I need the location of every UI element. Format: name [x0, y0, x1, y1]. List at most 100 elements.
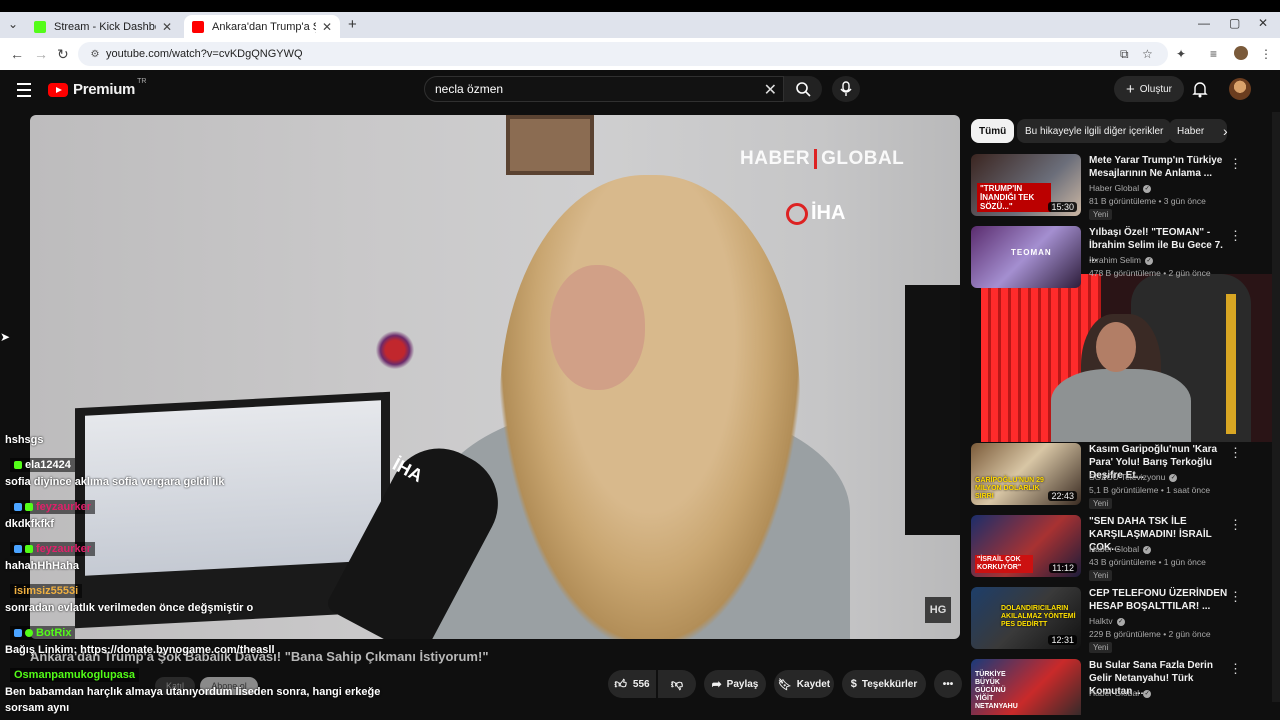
watermark-right: GLOBAL: [821, 148, 905, 169]
streamer-sweater: [1051, 369, 1191, 442]
forward-icon[interactable]: →: [34, 46, 48, 62]
card-menu-icon[interactable]: ⋮: [1229, 156, 1242, 172]
media-control-icon[interactable]: ≡: [1210, 47, 1217, 61]
bell-icon: [1192, 82, 1208, 98]
recommendation-card[interactable]: DOLANDIRICILARIN AKILALMAZ YÖNTEMİ PES D…: [971, 587, 1271, 653]
mod-badge-icon: [14, 629, 22, 637]
recommendation-card[interactable]: "İSRAİL ÇOK KORKUYOR" 11:12 "SEN DAHA TS…: [971, 515, 1271, 581]
new-badge: Yeni: [1089, 570, 1113, 581]
chat-username: Osmanpamukoglupasa: [10, 668, 140, 682]
tab-search-icon[interactable]: ⌄: [8, 17, 18, 31]
menu-icon[interactable]: [17, 83, 31, 101]
new-tab-icon[interactable]: +: [348, 16, 357, 33]
video-thumbnail[interactable]: GARİPOĞLU'NUN 29 MİLYON DOLARLIK SIRRI 2…: [971, 443, 1081, 505]
thanks-button[interactable]: $ Teşekkürler: [842, 670, 926, 698]
recommendation-card[interactable]: "TRUMP'IN İNANDIĞI TEK SÖZÜ..." 15:30 Me…: [971, 154, 1271, 220]
channel-name: Haber Global ✓: [1089, 688, 1152, 698]
youtube-logo[interactable]: Premium TR: [48, 78, 147, 98]
reload-icon[interactable]: ↻: [57, 46, 69, 63]
chips-next-icon[interactable]: ›: [1215, 119, 1236, 143]
like-button[interactable]: 👍︎ 556: [608, 670, 656, 698]
save-button[interactable]: 🔖︎ Kaydet: [774, 670, 834, 698]
close-window-icon[interactable]: ✕: [1258, 16, 1268, 30]
notifications-button[interactable]: [1192, 80, 1208, 103]
install-app-icon[interactable]: ⧉: [1120, 47, 1129, 62]
site-info-icon[interactable]: ⚙: [84, 49, 106, 60]
card-menu-icon[interactable]: ⋮: [1229, 661, 1242, 677]
streamer-webcam: [981, 274, 1280, 442]
card-menu-icon[interactable]: ⋮: [1229, 445, 1242, 461]
extensions-icon[interactable]: ✦: [1176, 47, 1186, 61]
thumbnail-text: TEOMAN: [1011, 248, 1052, 257]
dislike-button[interactable]: 👎︎: [658, 670, 696, 698]
verified-icon: ✓: [1116, 617, 1125, 626]
bot-badge-icon: [25, 629, 33, 637]
search-input[interactable]: necla özmen ✕: [424, 76, 784, 102]
maximize-icon[interactable]: ▢: [1229, 16, 1240, 30]
mod-badge-icon: [14, 503, 22, 511]
video-thumbnail[interactable]: "İSRAİL ÇOK KORKUYOR" 11:12: [971, 515, 1081, 577]
channel-name: Halktv ✓: [1089, 616, 1125, 626]
woman-hair: [500, 175, 800, 639]
video-thumbnail[interactable]: TÜRKİYE BÜYÜK GÜCÜNÜ YİĞİT NETANYAHU: [971, 659, 1081, 715]
chip-all[interactable]: Tümü: [971, 119, 1015, 143]
thumbnail-text: TÜRKİYE BÜYÜK GÜCÜNÜ YİĞİT NETANYAHU: [975, 671, 1018, 710]
video-thumbnail[interactable]: "TRUMP'IN İNANDIĞI TEK SÖZÜ..." 15:30: [971, 154, 1081, 216]
profile-avatar-icon[interactable]: [1234, 46, 1248, 60]
more-icon: •••: [942, 678, 954, 690]
tab-kick-dashboard[interactable]: Stream - Kick Dashboard ✕: [26, 15, 180, 38]
more-actions-button[interactable]: •••: [934, 670, 962, 698]
share-button[interactable]: ➦ Paylaş: [704, 670, 766, 698]
mouse-cursor-icon: ➤: [0, 330, 11, 344]
recommendation-card[interactable]: TEOMAN Yılbaşı Özel! "TEOMAN" - İbrahim …: [971, 226, 1271, 292]
channel-name: İbrahim Selim ✓: [1089, 255, 1153, 265]
save-label: Kaydet: [796, 678, 831, 690]
chat-username: BotRix: [10, 626, 76, 640]
duration: 15:30: [1048, 202, 1077, 212]
tab-youtube-video[interactable]: Ankara'dan Trump'a Şok Babal ✕: [184, 15, 340, 38]
chrome-menu-icon[interactable]: ⋮: [1260, 47, 1272, 61]
bookmark-star-icon[interactable]: ☆: [1142, 47, 1153, 61]
chat-message: sorsam aynı: [5, 702, 70, 714]
channel-name: Haber Global ✓: [1089, 544, 1152, 554]
card-menu-icon[interactable]: ⋮: [1229, 517, 1242, 533]
chat-message: hshsgs: [5, 434, 44, 446]
video-meta: 81 B görüntüleme • 3 gün önce: [1089, 196, 1206, 206]
account-avatar[interactable]: [1229, 78, 1251, 100]
super-thanks-icon: $: [850, 678, 857, 690]
card-menu-icon[interactable]: ⋮: [1229, 228, 1242, 244]
agency-label: İHA: [811, 202, 846, 224]
kick-favicon-icon: [34, 20, 46, 33]
verified-icon: ✓: [1144, 256, 1153, 265]
logo-region: TR: [137, 78, 147, 85]
url-text: youtube.com/watch?v=cvKDgQNGYWQ: [106, 48, 303, 60]
back-icon[interactable]: ←: [10, 46, 24, 62]
video-meta: 229 B görüntüleme • 2 gün önce: [1089, 629, 1211, 639]
close-tab-icon[interactable]: ✕: [322, 20, 332, 34]
flower-vase: [370, 330, 420, 370]
chair-stripe: [1226, 294, 1236, 434]
share-icon: ➦: [711, 677, 722, 691]
iha-ring-icon: [786, 202, 808, 225]
close-tab-icon[interactable]: ✕: [162, 20, 172, 34]
recommendation-card[interactable]: GARİPOĞLU'NUN 29 MİLYON DOLARLIK SIRRI 2…: [971, 443, 1271, 509]
card-menu-icon[interactable]: ⋮: [1229, 589, 1242, 605]
search-button[interactable]: [784, 76, 822, 102]
create-button[interactable]: + Oluştur: [1114, 76, 1184, 102]
video-meta: 5,1 B görüntüleme • 1 saat önce: [1089, 485, 1211, 495]
page-scrollbar[interactable]: [1272, 112, 1280, 702]
voice-search-button[interactable]: [832, 76, 860, 102]
duration: 11:12: [1049, 563, 1077, 573]
minimize-icon[interactable]: —: [1198, 16, 1210, 30]
iha-logo: İHA: [786, 202, 845, 225]
chip-related[interactable]: Bu hikayeyle ilgili diğer içerikler: [1017, 119, 1172, 143]
video-thumbnail[interactable]: DOLANDIRICILARIN AKILALMAZ YÖNTEMİ PES D…: [971, 587, 1081, 649]
address-bar[interactable]: ⚙ youtube.com/watch?v=cvKDgQNGYWQ: [78, 42, 1168, 66]
clear-search-icon[interactable]: ✕: [764, 80, 777, 100]
channel-name: Haber Global ✓: [1089, 183, 1152, 193]
microphone-icon: [840, 81, 852, 96]
video-thumbnail[interactable]: TEOMAN: [971, 226, 1081, 288]
thumbnail-text: GARİPOĞLU'NUN 29 MİLYON DOLARLIK SIRRI: [975, 477, 1044, 500]
channel-watermark-badge[interactable]: HG: [925, 597, 951, 623]
recommendation-card[interactable]: TÜRKİYE BÜYÜK GÜCÜNÜ YİĞİT NETANYAHU Bu …: [971, 659, 1271, 715]
